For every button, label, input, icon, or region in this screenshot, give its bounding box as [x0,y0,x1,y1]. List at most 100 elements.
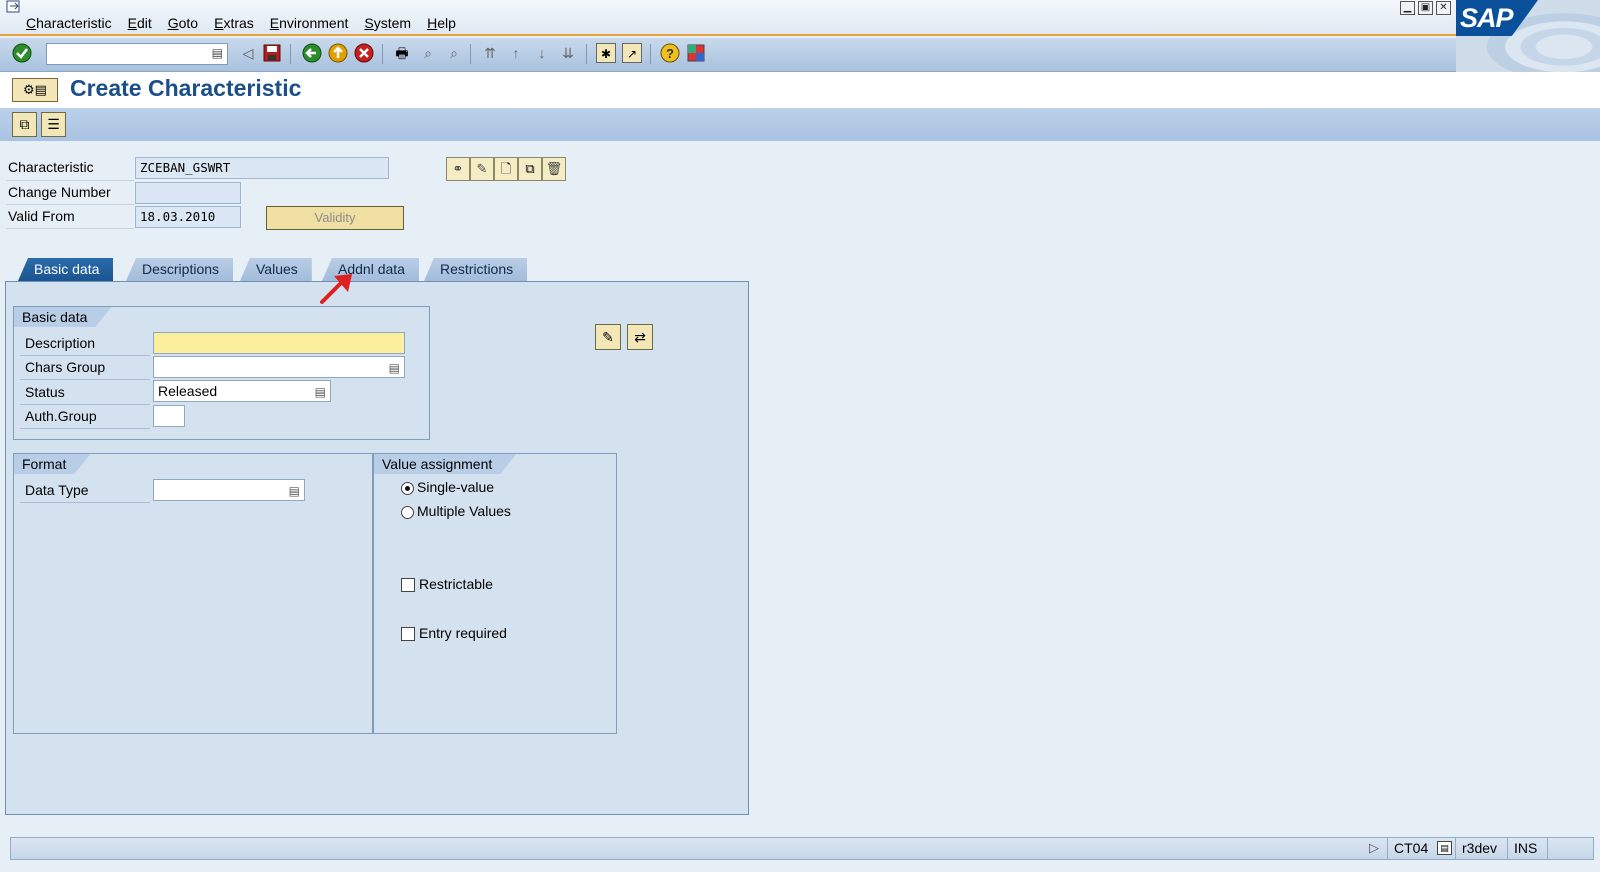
class-assignment-icon[interactable]: ⧉ [12,112,37,137]
system-name: r3dev [1455,838,1507,859]
data-type-dropdown[interactable]: ▤ [153,479,305,501]
data-type-label: Data Type [25,482,89,498]
characteristic-field[interactable]: ZCEBAN_GSWRT [135,157,389,179]
shortcut-icon[interactable]: ↗ [622,43,642,63]
menu-goto[interactable]: Goto [168,15,198,31]
where-used-icon[interactable]: ☰ [41,112,66,137]
command-field[interactable]: ▤ [46,43,228,65]
cancel-icon[interactable] [354,43,374,63]
label-underline [6,204,134,205]
previous-entry-icon[interactable]: ◁ [238,43,258,63]
change-number-label: Change Number [8,184,111,200]
chars-group-label: Chars Group [25,359,106,375]
status-bar: ▷ CT04 ▤ r3dev INS [10,837,1594,860]
header-button-group: ⚭ ✎ 🗋 ⧉ 🗑 [446,157,566,181]
other-characteristic-icon[interactable]: ⚭ [446,157,470,181]
tab-panel-basic-data: Basic data Description Chars Group ▤ Sta… [5,281,749,815]
toolbar-separator [290,44,291,64]
tab-restrictions[interactable]: Restrictions [424,258,528,281]
format-group: Format Data Type ▤ [13,453,373,734]
sap-logo: SAP [1456,0,1538,36]
menu-items: Characteristic Edit Goto Extras Environm… [26,15,456,31]
edit-text-icon[interactable]: ✎ [595,324,621,350]
f4-help-icon[interactable]: ▤ [212,46,223,60]
help-icon[interactable]: ? [660,43,680,63]
create-session-icon[interactable]: ✱ [596,43,616,63]
menu-system[interactable]: System [364,15,411,31]
single-value-label: Single-value [417,479,495,495]
create-icon[interactable]: 🗋 [494,157,518,181]
page-title: Create Characteristic [70,75,302,101]
title-bar: ⚙▤ Create Characteristic [0,72,1600,108]
label-underline [6,180,134,181]
exit-icon[interactable] [328,43,348,63]
description-label: Description [25,335,96,351]
transaction-code-text: CT04 [1394,840,1429,856]
print-icon[interactable]: 🖶 [392,43,412,63]
menu-extras[interactable]: Extras [214,15,254,31]
single-value-radio[interactable] [401,482,414,495]
auth-group-label: Auth.Group [25,408,97,424]
label-underline [20,379,150,380]
tab-basic-data[interactable]: Basic data [18,258,114,281]
minimize-icon[interactable]: ▁ [1400,1,1415,15]
change-number-field[interactable] [135,182,241,204]
next-page-icon[interactable]: ↓ [532,43,552,63]
description-input[interactable] [153,332,405,354]
change-icon[interactable]: ✎ [470,157,494,181]
restrictable-checkbox[interactable] [401,578,415,592]
customize-layout-icon[interactable] [686,43,706,63]
tab-descriptions[interactable]: Descriptions [126,258,234,281]
annotation-arrow-icon [320,274,352,304]
window-controls: ▁ ▣ ✕ [1400,1,1451,15]
menu-environment[interactable]: Environment [270,15,349,31]
f4-help-icon[interactable]: ▤ [315,382,326,402]
label-underline [20,428,150,429]
menu-help[interactable]: Help [427,15,456,31]
multiple-values-label: Multiple Values [417,503,511,519]
display-change-icon[interactable]: ⚙▤ [12,78,58,102]
first-page-icon[interactable]: ⇈ [480,43,500,63]
tab-values[interactable]: Values [240,258,312,281]
application-toolbar: ⧉ ☰ [0,108,1600,141]
f4-help-icon[interactable]: ▤ [389,358,400,378]
valid-from-field[interactable]: 18.03.2010 [135,206,241,228]
session-info-icon[interactable]: ▤ [1437,841,1452,855]
back-icon[interactable] [302,43,322,63]
restore-icon[interactable]: ▣ [1418,1,1433,15]
menu-edit[interactable]: Edit [128,15,152,31]
auth-group-input[interactable] [153,405,185,427]
multiple-values-radio[interactable] [401,506,414,519]
standard-toolbar: ▤ ◁ 🖶 ⌕ ⌕ ⇈ ↑ ↓ ⇊ ✱ ↗ ? [0,38,1456,72]
status-dropdown[interactable]: Released ▤ [153,380,331,402]
refresh-icon[interactable]: ⇄ [627,324,653,350]
close-icon[interactable]: ✕ [1436,1,1451,15]
find-icon[interactable]: ⌕ [418,43,438,63]
delete-icon[interactable]: 🗑 [542,157,566,181]
format-group-title: Format [14,454,90,474]
copy-icon[interactable]: ⧉ [518,157,542,181]
toolbar-separator [650,44,651,64]
basic-data-group: Basic data Description Chars Group ▤ Sta… [13,306,430,440]
menu-characteristic[interactable]: Characteristic [26,15,112,31]
status-expand-icon[interactable]: ▷ [1369,840,1379,856]
label-underline [20,355,150,356]
characteristic-label: Characteristic [8,159,94,175]
find-next-icon[interactable]: ⌕ [444,43,464,63]
window-menu-icon[interactable] [6,0,22,14]
label-underline [20,502,150,503]
menu-bar: Characteristic Edit Goto Extras Environm… [0,0,1456,36]
last-page-icon[interactable]: ⇊ [558,43,578,63]
previous-page-icon[interactable]: ↑ [506,43,526,63]
entry-required-label: Entry required [419,625,507,641]
chars-group-input[interactable]: ▤ [153,356,405,378]
save-icon[interactable] [262,43,282,63]
enter-check-icon[interactable] [12,43,32,63]
entry-required-checkbox[interactable] [401,627,415,641]
label-underline [20,404,150,405]
insert-mode[interactable]: INS [1507,838,1547,859]
resize-grip-icon[interactable] [1547,838,1594,859]
validity-button[interactable]: Validity [266,206,404,230]
toolbar-separator [382,44,383,64]
f4-help-icon[interactable]: ▤ [289,481,300,501]
